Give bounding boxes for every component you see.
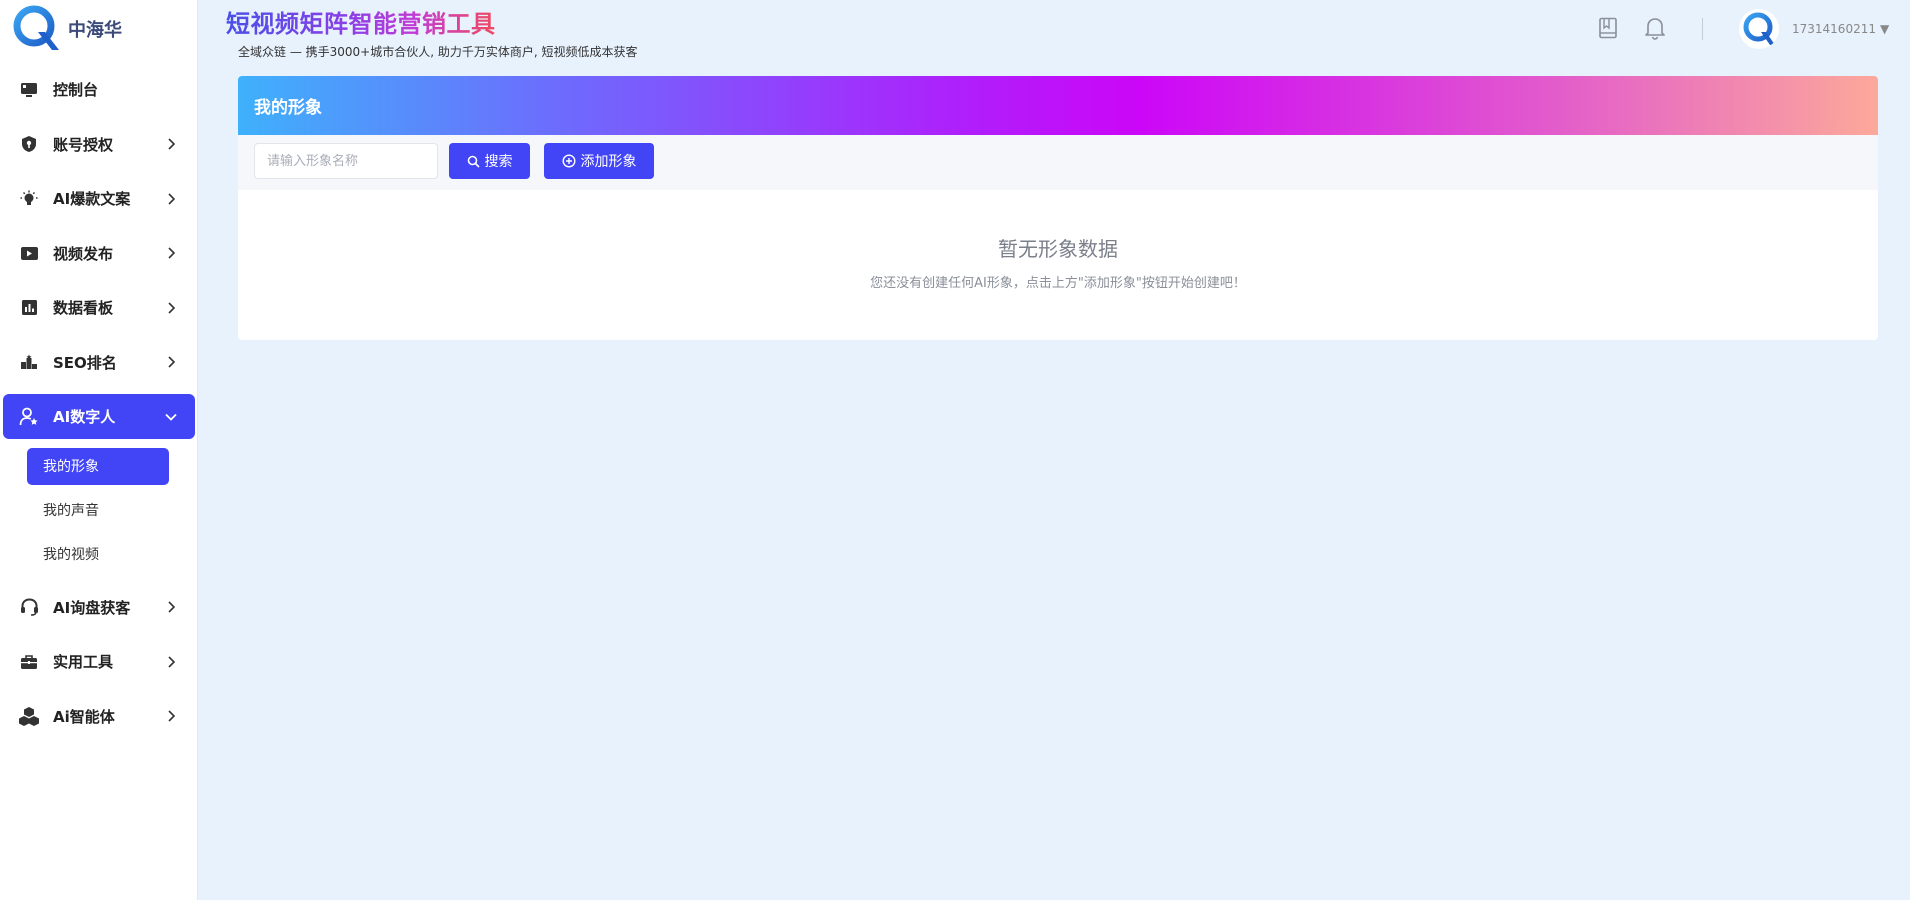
card-title: 我的形象 [238,76,1878,135]
add-avatar-button-label: 添加形象 [580,154,637,170]
empty-state: 暂无形象数据 您还没有创建任何AI形象，点击上方"添加形象"按钮开始创建吧！ [238,190,1878,340]
empty-state-description: 您还没有创建任何AI形象，点击上方"添加形象"按钮开始创建吧！ [870,276,1246,291]
search-icon [467,155,480,168]
search-toolbar: 搜索 添加形象 [238,135,1878,190]
sidebar-item-seo-ranking[interactable]: SEO排名 [3,340,195,385]
headset-icon [18,596,40,618]
video-icon [18,242,40,264]
chevron-right-icon [165,247,177,259]
sidebar-nav: 控制台 账号授权 AI爆款文案 视频发布 数据看板 SEO排名 AI数字人 我的… [0,67,198,748]
lightbulb-icon [18,188,40,210]
sidebar-item-label: 视频发布 [53,244,114,263]
sidebar-item-label: 数据看板 [53,299,114,317]
sidebar-item-ai-agent[interactable]: Ai智能体 [3,694,195,739]
sidebar-item-utility-tools[interactable]: 实用工具 [3,639,195,684]
logo[interactable]: 中海华 [12,3,122,55]
brand-title: 短视频矩阵智能营销工具 [226,4,496,39]
chevron-right-icon [165,655,177,668]
chevron-right-icon [165,192,177,205]
podium-icon [18,351,40,373]
search-button[interactable]: 搜索 [449,143,530,179]
ai-digital-human-submenu: 我的形象 我的声音 我的视频 [0,447,198,573]
search-button-label: 搜索 [484,154,513,170]
sidebar-item-label: SEO排名 [53,353,117,372]
chevron-right-icon [165,710,177,722]
sidebar-item-ai-inquiry[interactable]: AI询盘获客 [3,585,195,630]
logo-text: 中海华 [68,20,122,41]
submenu-item-my-video[interactable]: 我的视频 [27,536,169,573]
user-menu-caret-icon[interactable]: ▼ [1880,22,1889,36]
sidebar-item-label: AI询盘获客 [53,598,131,617]
chevron-right-icon [165,356,177,368]
chevron-right-icon [165,138,177,150]
bell-icon[interactable] [1642,15,1668,41]
chevron-right-icon [165,601,177,613]
monitor-icon [18,79,40,101]
empty-state-title: 暂无形象数据 [998,237,1118,261]
avatar[interactable] [1739,9,1779,49]
add-avatar-button[interactable]: 添加形象 [544,143,654,179]
cubes-icon [18,705,40,727]
sidebar-item-ai-copywriting[interactable]: AI爆款文案 [3,176,195,221]
briefcase-icon [18,651,40,673]
chevron-right-icon [165,301,177,314]
chart-icon [18,297,40,319]
header-divider [1702,18,1703,40]
sidebar-item-video-publish[interactable]: 视频发布 [3,231,195,276]
sidebar-item-label: 控制台 [53,81,99,99]
submenu-item-my-avatar[interactable]: 我的形象 [27,447,169,485]
sidebar-item-account-auth[interactable]: 账号授权 [3,122,195,167]
sidebar-item-console[interactable]: 控制台 [3,67,195,112]
user-star-icon [18,406,40,428]
brand-subtitle: 全域众链 — 携手3000+城市合伙人, 助力千万实体商户, 短视频低成本获客 [238,45,638,59]
sidebar-item-data-dashboard[interactable]: 数据看板 [3,285,195,330]
shield-icon [18,133,40,155]
user-phone[interactable]: 17314160211 [1792,22,1876,36]
my-avatar-card: 我的形象 搜索 添加形象 暂无形象数据 您还没有创建任何AI形象，点击上方"添加… [238,76,1878,340]
sidebar-item-label: 账号授权 [53,135,114,154]
q-logo-icon [12,4,62,54]
plus-circle-icon [561,154,576,168]
book-icon[interactable] [1595,15,1621,41]
sidebar-item-label: Ai智能体 [53,707,115,726]
avatar-name-search-input[interactable] [254,143,438,179]
sidebar-item-ai-digital-human[interactable]: AI数字人 [3,394,195,439]
chevron-down-icon [165,411,177,423]
header-toolbar: 17314160211 ▼ [1580,0,1910,60]
submenu-item-my-voice[interactable]: 我的声音 [27,492,169,529]
sidebar: 中海华 控制台 账号授权 AI爆款文案 视频发布 数据看板 SEO排名 AI数字… [0,0,198,900]
sidebar-item-label: 实用工具 [53,653,114,671]
sidebar-item-label: AI数字人 [53,408,116,426]
sidebar-item-label: AI爆款文案 [53,190,131,208]
